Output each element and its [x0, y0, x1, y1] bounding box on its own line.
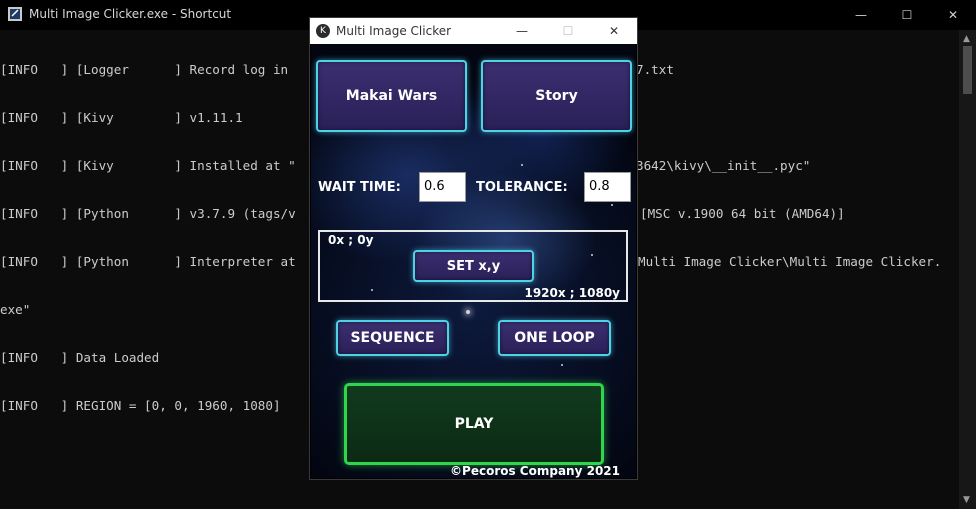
app-content: Makai Wars Story WAIT TIME: 0.6 TOLERANC…	[311, 44, 636, 478]
star	[611, 204, 613, 206]
story-button[interactable]: Story	[481, 60, 632, 132]
app-window: K Multi Image Clicker — ☐ ✕ Makai Wars S…	[310, 18, 637, 479]
console-title: Multi Image Clicker.exe - Shortcut	[29, 7, 232, 21]
wait-time-label: WAIT TIME:	[318, 180, 401, 195]
kivy-icon: K	[316, 24, 330, 38]
app-close-button[interactable]: ✕	[591, 18, 637, 44]
one-loop-button[interactable]: ONE LOOP	[498, 320, 611, 356]
app-maximize-button: ☐	[562, 24, 574, 38]
console-close-button[interactable]: ✕	[930, 0, 976, 30]
console-minimize-button[interactable]: —	[838, 0, 884, 30]
sequence-button[interactable]: SEQUENCE	[336, 320, 449, 356]
scroll-up-icon[interactable]: ▲	[963, 34, 970, 44]
wait-time-input[interactable]: 0.6	[419, 172, 466, 202]
star	[561, 364, 563, 366]
scroll-thumb[interactable]	[963, 46, 972, 94]
makai-wars-button[interactable]: Makai Wars	[316, 60, 467, 132]
tolerance-input[interactable]: 0.8	[584, 172, 631, 202]
star	[466, 310, 470, 314]
console-app-icon	[8, 7, 22, 21]
scroll-down-icon[interactable]: ▼	[963, 495, 970, 505]
tolerance-label: TOLERANCE:	[476, 180, 568, 195]
play-button[interactable]: PLAY	[344, 383, 604, 465]
star	[521, 164, 523, 166]
console-scrollbar[interactable]: ▲ ▼	[959, 30, 976, 509]
set-xy-button[interactable]: SET x,y	[413, 250, 534, 282]
current-coordinates: 0x ; 0y	[328, 233, 374, 247]
app-titlebar: K Multi Image Clicker — ☐ ✕	[310, 18, 637, 44]
app-title: Multi Image Clicker	[336, 24, 452, 38]
screen-resolution: 1920x ; 1080y	[524, 286, 620, 300]
app-minimize-button[interactable]: —	[499, 18, 545, 44]
coordinates-panel: 0x ; 0y SET x,y 1920x ; 1080y	[318, 230, 628, 302]
copyright-footer: ©Pecoros Company 2021	[450, 464, 620, 478]
console-maximize-button[interactable]: ☐	[884, 0, 930, 30]
